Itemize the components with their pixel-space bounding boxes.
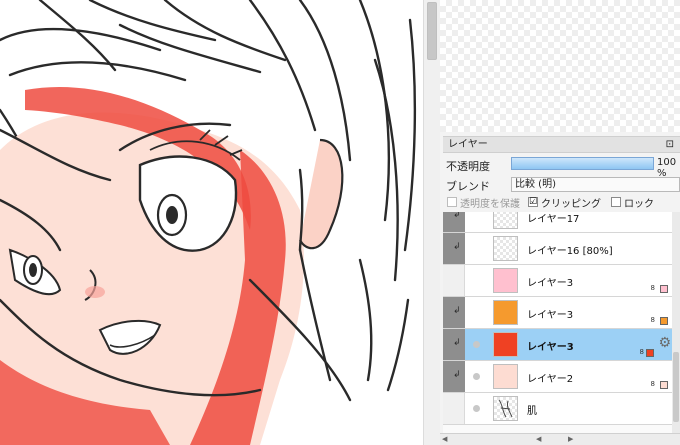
layer-row[interactable]: ↲ レイヤー3 8 ⚙ — [443, 329, 672, 361]
layer-thumbnail — [493, 212, 518, 229]
visibility-icon[interactable] — [473, 341, 480, 348]
bit-depth: 8 — [639, 348, 644, 356]
layer-row[interactable]: ↲ レイヤー16 [80%] — [443, 233, 672, 265]
layer-thumbnail — [493, 364, 518, 389]
lock-checkbox[interactable] — [611, 197, 621, 207]
blend-label: ブレンド — [446, 180, 490, 193]
layer-thumbnail — [493, 396, 518, 421]
protect-transparency-checkbox[interactable] — [447, 197, 457, 207]
clip-arrow-icon: ↲ — [453, 370, 461, 380]
layer-list-scrollbar[interactable] — [672, 212, 680, 433]
layer-color-swatch — [660, 285, 668, 293]
bit-depth: 8 — [650, 316, 655, 324]
clip-indicator: ↲ — [443, 297, 465, 328]
scroll-left-icon[interactable]: ◀ — [536, 434, 541, 445]
bit-depth: 8 — [650, 284, 655, 292]
visibility-icon[interactable] — [473, 405, 480, 412]
opacity-slider[interactable] — [511, 157, 654, 170]
layer-gutter — [443, 393, 465, 424]
clip-indicator: ↲ — [443, 329, 465, 360]
layer-gutter: ↲ — [443, 329, 465, 360]
opacity-value: 100 % — [657, 157, 677, 179]
canvas-vertical-scrollbar[interactable] — [423, 0, 440, 445]
layer-gutter: ↲ — [443, 212, 465, 232]
layer-panel-header: レイヤー ⊡ — [443, 136, 680, 153]
layer-list: ↲ レイヤー17 ↲ レイヤー16 [80%] レイヤー3 8 ↲ レイヤー3 8 ↲ レイヤー3 8… — [443, 212, 672, 433]
gear-icon[interactable]: ⚙ — [658, 335, 671, 351]
clip-arrow-icon: ↲ — [453, 338, 461, 348]
bit-depth: 8 — [650, 380, 655, 388]
panel-horizontal-scrollbar[interactable]: ◀ ◀ ▶ — [440, 433, 680, 445]
layer-color-swatch — [660, 317, 668, 325]
clip-arrow-icon: ↲ — [453, 212, 461, 220]
clip-arrow-icon: ↲ — [453, 306, 461, 316]
right-panel: レイヤー ⊡ 不透明度 100 % ブレンド 比較 (明) 透明度を保護 ☑ ク… — [440, 0, 680, 445]
layer-gutter: ↲ — [443, 361, 465, 392]
scroll-left-icon[interactable]: ◀ — [442, 434, 447, 445]
canvas-scroll-thumb[interactable] — [427, 2, 437, 60]
layer-name: レイヤー16 [80%] — [527, 246, 613, 257]
opacity-label: 不透明度 — [446, 160, 490, 173]
illustration — [0, 0, 417, 445]
scroll-right-icon[interactable]: ▶ — [568, 434, 573, 445]
clipping-label: クリッピング — [541, 199, 601, 210]
transparent-preview-area — [440, 0, 680, 132]
layer-gutter: ↲ — [443, 297, 465, 328]
layer-thumbnail — [493, 236, 518, 261]
blend-mode-select[interactable]: 比較 (明) — [511, 177, 680, 192]
protect-transparency-label: 透明度を保護 — [460, 199, 520, 210]
layer-row[interactable]: 肌 — [443, 393, 672, 425]
layer-thumbnail — [493, 300, 518, 325]
layer-name: レイヤー17 — [527, 214, 580, 225]
clipping-checkbox[interactable]: ☑ — [528, 197, 538, 207]
layer-color-swatch — [646, 349, 654, 357]
layer-row[interactable]: ↲ レイヤー2 8 — [443, 361, 672, 393]
layer-row[interactable]: レイヤー3 8 — [443, 265, 672, 297]
layer-color-swatch — [660, 381, 668, 389]
layer-name: レイヤー3 — [527, 342, 574, 353]
layer-thumbnail — [493, 332, 518, 357]
drawing-canvas[interactable] — [0, 0, 423, 445]
layer-name: レイヤー3 — [527, 310, 574, 321]
layer-name: 肌 — [527, 406, 537, 417]
layer-name: レイヤー2 — [527, 374, 574, 385]
clip-arrow-icon: ↲ — [453, 242, 461, 252]
layer-gutter — [443, 265, 465, 296]
layer-row[interactable]: ↲ レイヤー17 — [443, 212, 672, 233]
dock-icon[interactable]: ⊡ — [666, 137, 674, 152]
clip-indicator: ↲ — [443, 361, 465, 392]
visibility-icon[interactable] — [473, 373, 480, 380]
layer-list-scroll-thumb[interactable] — [673, 352, 679, 422]
layer-row[interactable]: ↲ レイヤー3 8 — [443, 297, 672, 329]
lock-label: ロック — [624, 199, 654, 210]
layer-thumbnail — [493, 268, 518, 293]
clip-indicator: ↲ — [443, 233, 465, 264]
layer-gutter: ↲ — [443, 233, 465, 264]
layer-name: レイヤー3 — [527, 278, 574, 289]
clip-indicator: ↲ — [443, 212, 465, 232]
layer-panel-title: レイヤー — [448, 139, 488, 150]
